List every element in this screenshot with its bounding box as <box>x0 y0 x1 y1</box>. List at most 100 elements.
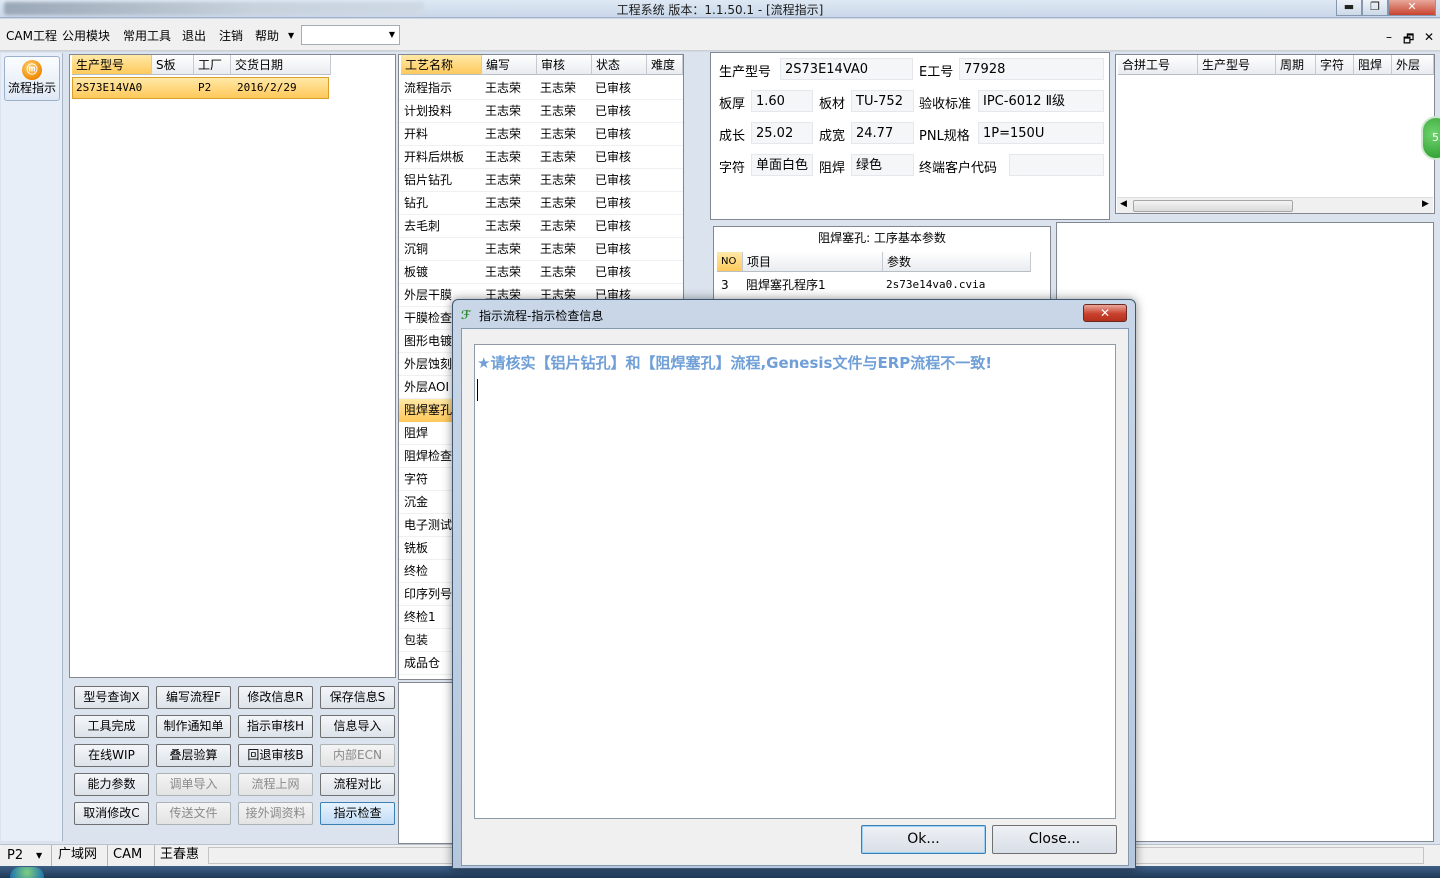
model-query-button[interactable]: 型号查询X <box>74 686 149 709</box>
internal-ecn-button[interactable]: 内部ECN <box>320 744 395 767</box>
table-row[interactable]: 流程指示 王志荣 王志荣 已审核 <box>399 77 683 100</box>
table-row[interactable]: 沉铜 王志荣 王志荣 已审核 <box>399 238 683 261</box>
external-data-button[interactable]: 接外调资料 <box>238 802 313 825</box>
length-label: 成长 <box>719 129 746 144</box>
width-label: 成宽 <box>819 129 846 144</box>
table-row[interactable]: 开料 王志荣 王志荣 已审核 <box>399 123 683 146</box>
merge-hscrollbar[interactable]: ◀ ▶ <box>1117 197 1433 213</box>
cell-status: 已审核 <box>595 104 632 118</box>
flow-online-button[interactable]: 流程上网 <box>238 773 313 796</box>
col-header-model[interactable]: 生产型号 <box>72 55 152 75</box>
rollback-review-button[interactable]: 回退审核B <box>238 744 313 767</box>
message-textarea[interactable]: ★请核实【铝片钻孔】和【阻焊塞孔】流程,Genesis文件与ERP流程不一致! <box>474 344 1116 819</box>
table-row[interactable]: 钻孔 王志荣 王志荣 已审核 <box>399 192 683 215</box>
table-row[interactable]: 开料后烘板 王志荣 王志荣 已审核 <box>399 146 683 169</box>
menu-common-modules[interactable]: 公用模块 <box>62 27 110 44</box>
cell-reviewer: 王志荣 <box>540 219 577 233</box>
start-orb-icon[interactable] <box>10 867 44 878</box>
ok-button[interactable]: Ok... <box>861 825 986 854</box>
legend-field[interactable]: 单面白色 <box>751 154 813 176</box>
cancel-modify-button[interactable]: 取消修改C <box>74 802 149 825</box>
close-window-button[interactable]: ✕ <box>1388 0 1436 16</box>
model-field[interactable]: 2S73E14VA0 <box>780 58 913 80</box>
col-header-legend[interactable]: 字符 <box>1316 55 1354 75</box>
cell-author: 王志荣 <box>485 127 522 141</box>
col-header-period[interactable]: 周期 <box>1276 55 1316 75</box>
col-header-status[interactable]: 状态 <box>592 55 647 75</box>
table-row[interactable]: 计划投料 王志荣 王志荣 已审核 <box>399 100 683 123</box>
online-wip-button[interactable]: 在线WIP <box>74 744 149 767</box>
mdi-close-button[interactable]: ✕ <box>1424 30 1434 44</box>
col-header-s-board[interactable]: S板 <box>152 55 194 75</box>
menu-tools[interactable]: 常用工具 <box>123 27 171 44</box>
pnl-field[interactable]: 1P=150U <box>978 122 1104 144</box>
table-row[interactable]: 3 阻焊塞孔程序1 2s73e14va0.cvia <box>717 274 1031 296</box>
menu-help[interactable]: 帮助 <box>255 27 279 44</box>
table-row[interactable]: 2S73E14VA0 P2 2016/2/29 <box>72 77 329 99</box>
dialog-title: 指示流程-指示检查信息 <box>479 309 604 323</box>
col-header-item[interactable]: 项目 <box>743 252 883 272</box>
nav-flow-indicator-button[interactable]: ⓜ 流程指示 <box>4 56 60 101</box>
menu-logout[interactable]: 注销 <box>219 27 243 44</box>
dept-status: CAM <box>107 845 142 866</box>
col-header-reviewer[interactable]: 审核 <box>537 55 592 75</box>
pnl-label: PNL规格 <box>919 129 970 144</box>
restore-button[interactable]: ❐ <box>1362 0 1388 16</box>
menu-combo-select[interactable]: ▼ <box>301 25 400 45</box>
capability-params-button[interactable]: 能力参数 <box>74 773 149 796</box>
table-row[interactable]: 板镀 王志荣 王志荣 已审核 <box>399 261 683 284</box>
col-header-delivery-date[interactable]: 交货日期 <box>231 55 331 75</box>
dialog-body: ★请核实【铝片钻孔】和【阻焊塞孔】流程,Genesis文件与ERP流程不一致! … <box>461 328 1129 866</box>
info-import-button[interactable]: 信息导入 <box>320 715 395 738</box>
flow-compare-button[interactable]: 流程对比 <box>320 773 395 796</box>
col-header-difficulty[interactable]: 难度 <box>647 55 683 75</box>
mdi-restore-button[interactable]: 🗗 <box>1403 30 1414 51</box>
mdi-minimize-button[interactable]: – <box>1386 30 1392 44</box>
minimize-button[interactable]: ▬ <box>1336 0 1362 16</box>
cell-factory: P2 <box>198 81 212 94</box>
indication-check-button[interactable]: 指示检查 <box>320 802 395 825</box>
cell-status: 已审核 <box>595 196 632 210</box>
save-info-button[interactable]: 保存信息S <box>320 686 395 709</box>
factory-select[interactable]: P2 <box>7 848 23 863</box>
scroll-right-icon[interactable]: ▶ <box>1422 199 1429 209</box>
cell-author: 王志荣 <box>485 173 522 187</box>
dialog-close-icon[interactable]: ✕ <box>1083 304 1127 322</box>
write-flow-button[interactable]: 编写流程F <box>156 686 231 709</box>
col-header-no[interactable]: NO <box>717 252 743 272</box>
eno-field[interactable]: 77928 <box>959 58 1104 80</box>
col-header-merge-model[interactable]: 生产型号 <box>1198 55 1276 75</box>
menu-cam[interactable]: CAM工程 <box>6 27 57 44</box>
indication-review-button[interactable]: 指示审核H <box>238 715 313 738</box>
customer-code-field[interactable] <box>1009 154 1104 176</box>
help-dropdown-arrow-icon[interactable]: ▼ <box>288 31 294 40</box>
cell-process-name: 沉铜 <box>404 242 429 256</box>
stackup-check-button[interactable]: 叠层验算 <box>156 744 231 767</box>
order-import-button[interactable]: 调单导入 <box>156 773 231 796</box>
scroll-left-icon[interactable]: ◀ <box>1120 199 1127 209</box>
close-button[interactable]: Close... <box>992 825 1117 854</box>
send-file-button[interactable]: 传送文件 <box>156 802 231 825</box>
scroll-thumb[interactable] <box>1133 200 1293 212</box>
make-notice-button[interactable]: 制作通知单 <box>156 715 231 738</box>
col-header-outer[interactable]: 外层 <box>1392 55 1434 75</box>
menu-exit[interactable]: 退出 <box>182 27 206 44</box>
table-row[interactable]: 去毛刺 王志荣 王志荣 已审核 <box>399 215 683 238</box>
width-field[interactable]: 24.77 <box>851 122 914 144</box>
col-header-merge-no[interactable]: 合拼工号 <box>1118 55 1198 75</box>
table-row[interactable]: 铝片钻孔 王志荣 王志荣 已审核 <box>399 169 683 192</box>
chevron-down-icon[interactable]: ▼ <box>36 851 42 860</box>
col-header-author[interactable]: 编写 <box>482 55 537 75</box>
side-float-badge[interactable]: 53 <box>1421 116 1440 160</box>
col-header-process-name[interactable]: 工艺名称 <box>401 55 482 75</box>
col-header-param[interactable]: 参数 <box>883 252 1031 272</box>
length-field[interactable]: 25.02 <box>751 122 813 144</box>
col-header-soldermask[interactable]: 阻焊 <box>1354 55 1392 75</box>
standard-field[interactable]: IPC-6012 Ⅱ级 <box>978 90 1104 112</box>
tool-complete-button[interactable]: 工具完成 <box>74 715 149 738</box>
thickness-field[interactable]: 1.60 <box>751 90 813 112</box>
material-field[interactable]: TU-752 <box>851 90 914 112</box>
soldermask-field[interactable]: 绿色 <box>851 154 914 176</box>
col-header-factory[interactable]: 工厂 <box>194 55 231 75</box>
modify-info-button[interactable]: 修改信息R <box>238 686 313 709</box>
